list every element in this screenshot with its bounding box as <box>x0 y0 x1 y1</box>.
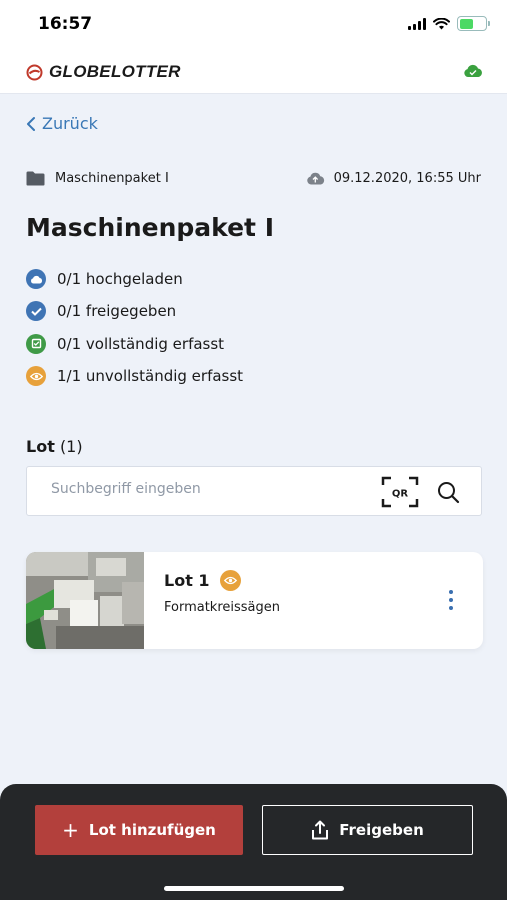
search-bar: QR <box>26 466 482 516</box>
status-released: 0/1 freigegeben <box>26 295 243 327</box>
lot-section-heading: Lot (1) <box>26 437 83 456</box>
eye-icon <box>219 570 241 591</box>
globelotter-logo: GLOBELOTTER <box>26 62 181 82</box>
status-icons <box>408 16 490 31</box>
lot-subtitle: Formatkreissägen <box>164 600 281 615</box>
status-label: 0/1 vollständig erfasst <box>57 334 225 353</box>
cloud-sync-icon[interactable] <box>463 64 483 78</box>
complete-icon <box>26 333 46 354</box>
app-header: GLOBELOTTER <box>0 50 507 94</box>
lot-name: Lot 1 <box>164 571 210 590</box>
cloud-icon <box>26 269 46 290</box>
qr-code-icon: QR <box>381 476 419 508</box>
folder-icon <box>26 171 45 186</box>
share-label: Freigeben <box>339 821 424 839</box>
plus-icon: + <box>62 818 79 842</box>
home-indicator <box>164 886 344 891</box>
cloud-icon <box>306 172 324 185</box>
status-uploaded: 0/1 hochgeladen <box>26 263 243 295</box>
add-lot-button[interactable]: + Lot hinzufügen <box>35 805 243 855</box>
search-input[interactable] <box>51 481 371 497</box>
lot-title: Lot 1 <box>164 570 241 591</box>
status-label: 0/1 freigegeben <box>57 302 177 321</box>
eye-icon <box>26 366 46 387</box>
search-icon[interactable] <box>437 481 460 504</box>
page-title: Maschinenpaket I <box>26 213 274 242</box>
chevron-left-icon <box>27 116 35 131</box>
timestamp-text: 09.12.2020, 16:55 Uhr <box>333 171 481 186</box>
status-incomplete: 1/1 unvollständig erfasst <box>26 360 243 392</box>
upload-timestamp: 09.12.2020, 16:55 Uhr <box>306 171 481 186</box>
status-summary: 0/1 hochgeladen 0/1 freigegeben 0/1 voll… <box>26 263 243 392</box>
status-label: 0/1 hochgeladen <box>57 270 183 289</box>
ios-status-bar: 16:57 <box>0 0 507 50</box>
check-icon <box>26 301 46 322</box>
folder-name: Maschinenpaket I <box>55 171 169 186</box>
bottom-action-bar: + Lot hinzufügen Freigeben <box>0 784 507 900</box>
folder-info: Maschinenpaket I <box>26 171 169 186</box>
lot-card[interactable]: Lot 1 Formatkreissägen <box>26 552 483 649</box>
cellular-signal-icon <box>408 17 426 30</box>
share-icon <box>312 820 329 840</box>
status-time: 16:57 <box>38 14 93 34</box>
share-button[interactable]: Freigeben <box>262 805 473 855</box>
back-button[interactable]: Zurück <box>26 114 98 133</box>
wifi-icon <box>433 17 450 29</box>
qr-scan-button[interactable]: QR <box>381 476 419 508</box>
status-label: 1/1 unvollständig erfasst <box>57 367 244 386</box>
lot-count: (1) <box>59 437 83 456</box>
status-complete: 0/1 vollständig erfasst <box>26 328 243 360</box>
back-label: Zurück <box>42 114 98 133</box>
battery-icon <box>457 16 490 31</box>
logo-mark-icon <box>26 64 43 80</box>
add-lot-label: Lot hinzufügen <box>88 821 216 839</box>
lot-heading-label: Lot <box>26 437 55 456</box>
more-options-icon[interactable] <box>449 590 453 610</box>
brand-name: GLOBELOTTER <box>49 62 181 81</box>
qr-label: QR <box>392 489 409 500</box>
lot-thumbnail-image <box>26 552 144 649</box>
